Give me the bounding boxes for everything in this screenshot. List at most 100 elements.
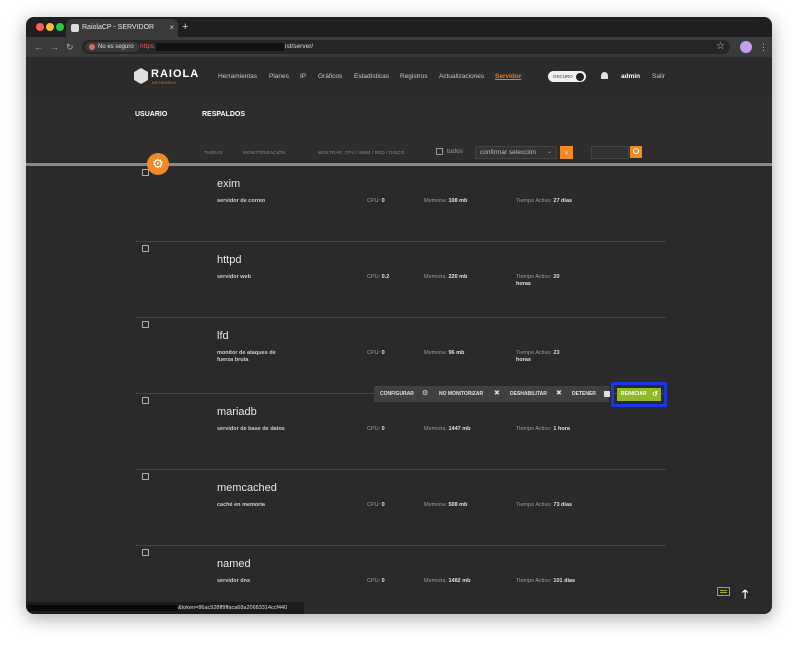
nav-estadisticas[interactable]: Estadísticas (354, 73, 389, 80)
service-memory: Memoria: 220 mb (424, 274, 468, 280)
logout-link[interactable]: Salir (652, 73, 665, 80)
nav-planes[interactable]: Planes (269, 73, 289, 80)
status-url: &token=86ac928ff9ffaca68a20683314ccf440 (178, 605, 288, 611)
service-description: servidor web (217, 274, 251, 280)
nav-herramientas[interactable]: Herramientas (218, 73, 257, 80)
service-row-mariadb: mariadb servidor de base de datos CPU: 0… (136, 394, 666, 470)
service-name: named (217, 558, 251, 570)
nav-ip[interactable]: IP (300, 73, 306, 80)
service-cpu: CPU: 0 (367, 350, 385, 356)
row-checkbox[interactable] (142, 245, 149, 252)
nav-servidor[interactable]: Servidor (495, 73, 521, 80)
nav-graficos[interactable]: Gráficos (318, 73, 342, 80)
select-all-label: todos (447, 148, 463, 155)
service-cpu: CPU: 0 (367, 426, 385, 432)
nav-actualizaciones[interactable]: Actualizaciones (439, 73, 484, 80)
service-cpu: CPU: 0 (367, 578, 385, 584)
restart-button[interactable]: REINICIAR ↺ (617, 388, 661, 401)
row-checkbox[interactable] (142, 169, 149, 176)
service-description: servidor de base de datos (217, 426, 285, 432)
close-icon[interactable]: ✖ (556, 386, 562, 402)
forward-icon[interactable]: → (50, 40, 59, 54)
unmonitor-button[interactable]: NO MONITORIZAR (439, 386, 483, 402)
back-icon[interactable]: ← (34, 40, 43, 54)
bookmark-star-icon[interactable]: ☆ (716, 40, 725, 54)
subnav-usuario[interactable]: USUARIO (135, 111, 167, 118)
filter-monitorizacion[interactable]: MONITORIZACIÓN (243, 150, 285, 155)
service-cpu: CPU: 0 (367, 198, 385, 204)
service-row-httpd: httpd servidor web CPU: 0.2 Memoria: 220… (136, 242, 666, 318)
service-uptime: Tiempo Activo: 73 días (516, 502, 573, 508)
new-tab-button[interactable]: + (182, 18, 188, 36)
service-uptime: Tiempo Activo: 101 días (516, 578, 576, 584)
service-name: mariadb (217, 406, 257, 418)
address-bar[interactable]: No es seguro https ist/server/ (82, 40, 730, 54)
service-row-memcached: memcached caché en memoria CPU: 0 Memori… (136, 470, 666, 546)
dark-mode-toggle[interactable]: OSCURO (548, 71, 586, 82)
browser-menu-icon[interactable]: ⋮ (759, 40, 768, 54)
service-cpu: CPU: 0 (367, 502, 385, 508)
tab-close-icon[interactable]: × (169, 19, 174, 37)
service-row-exim: exim servidor de correo CPU: 0 Memoria: … (136, 166, 666, 242)
stop-square-icon[interactable] (604, 391, 610, 397)
url-redacted (156, 43, 284, 51)
service-name: httpd (217, 254, 242, 266)
service-uptime: Tiempo Activo: 1 hora (516, 426, 570, 432)
stop-button[interactable]: DETENER (572, 386, 596, 402)
app-header: RAIOLA NETWORKS Herramientas Planes IP G… (26, 57, 772, 97)
chevron-down-icon: ⌄ (546, 149, 552, 155)
close-window-button[interactable] (36, 23, 44, 31)
restart-label: REINICIAR (621, 391, 647, 397)
url-protocol: https (140, 43, 155, 50)
nav-registros[interactable]: Registros (400, 73, 427, 80)
filter-tareas[interactable]: TAREAS (204, 150, 223, 155)
tab-bar: RaiolaCP - SERVIDOR × + (26, 17, 772, 37)
service-name: exim (217, 178, 241, 190)
select-all-checkbox[interactable] (436, 148, 443, 155)
row-checkbox[interactable] (142, 473, 149, 480)
service-description: monitor de ataques de fuerza bruta (217, 350, 276, 363)
toggle-label: OSCURO (553, 74, 573, 79)
bell-icon[interactable] (601, 72, 608, 79)
security-label: No es seguro (98, 44, 134, 50)
minimize-window-button[interactable] (46, 23, 54, 31)
service-memory: Memoria: 96 mb (424, 350, 465, 356)
favicon-icon (71, 24, 79, 32)
toggle-knob (576, 72, 584, 81)
subnav-respaldos[interactable]: RESPALDOS (202, 111, 245, 118)
search-icon[interactable] (630, 146, 642, 158)
row-checkbox[interactable] (142, 397, 149, 404)
bulk-action-select[interactable]: confirmar selección ⌄ (475, 146, 557, 159)
service-row-lfd: lfd monitor de ataques de fuerza bruta C… (136, 318, 666, 394)
logo-text[interactable]: RAIOLA (151, 68, 199, 80)
row-checkbox[interactable] (142, 549, 149, 556)
service-name: lfd (217, 330, 229, 342)
service-uptime: Tiempo Activo: 27 días (516, 198, 573, 204)
row-checkbox[interactable] (142, 321, 149, 328)
service-uptime: Tiempo Activo: 23 horas (516, 350, 560, 363)
close-icon[interactable]: ✖ (494, 386, 500, 402)
security-chip[interactable]: No es seguro (85, 42, 139, 52)
filter-bar: TAREAS MONITORIZACIÓN MOSTRAR: CPU / MEM… (26, 144, 772, 163)
disable-button[interactable]: DESHABILITAR (510, 386, 547, 402)
configure-button[interactable]: CONFIGURAR (380, 386, 414, 402)
user-name[interactable]: admin (621, 73, 640, 80)
service-memory: Memoria: 1482 mb (424, 578, 471, 584)
search-input[interactable] (591, 146, 629, 159)
profile-avatar-icon[interactable] (740, 41, 752, 53)
keyboard-icon[interactable] (717, 587, 730, 596)
service-description: servidor dns (217, 578, 251, 584)
arrow-up-icon[interactable]: 🡑 (742, 585, 748, 606)
logo-subtitle: NETWORKS (152, 81, 177, 85)
browser-status-bar: &token=86ac928ff9ffaca68a20683314ccf440 (26, 602, 304, 614)
service-action-bar: CONFIGURAR ⚙ NO MONITORIZAR ✖ DESHABILIT… (374, 386, 610, 402)
maximize-window-button[interactable] (56, 23, 64, 31)
reload-icon[interactable]: ↻ (66, 40, 74, 54)
bulk-action-value: confirmar selección (480, 149, 536, 156)
apply-action-button[interactable]: › (560, 146, 573, 159)
restart-highlight: REINICIAR ↺ (611, 382, 667, 407)
gear-icon[interactable]: ⚙ (422, 386, 428, 402)
filter-mostrar[interactable]: MOSTRAR: CPU / MEM / RED / DISCO (318, 150, 404, 155)
raiola-logo-icon[interactable] (134, 68, 148, 84)
browser-tab[interactable]: RaiolaCP - SERVIDOR × (66, 19, 178, 37)
